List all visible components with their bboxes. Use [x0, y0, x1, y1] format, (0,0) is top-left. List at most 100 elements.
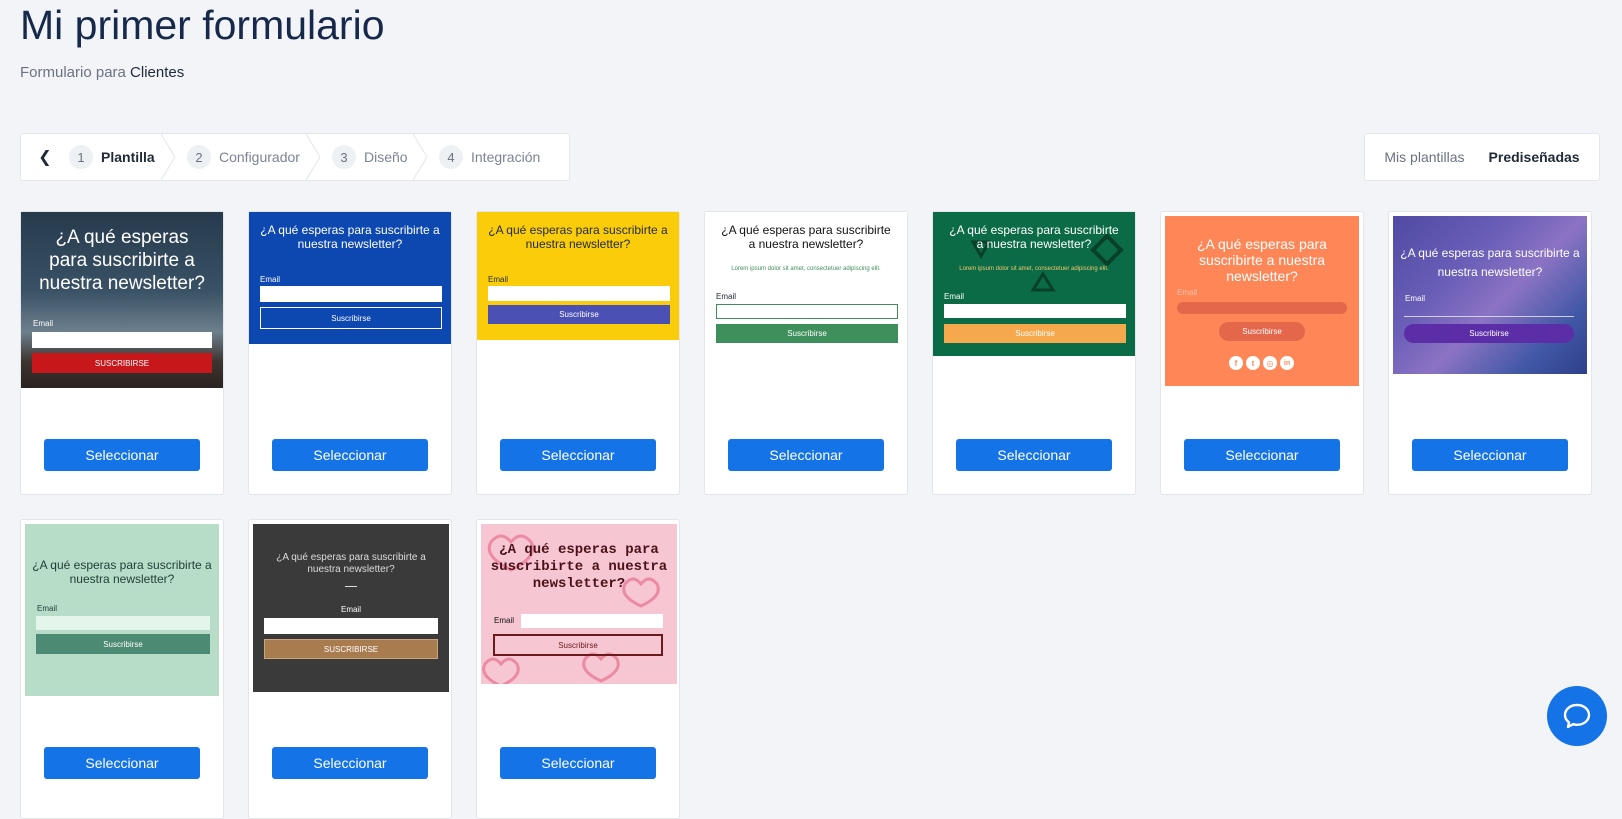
preview-email-field — [521, 614, 663, 628]
preview-heading: ¿A qué esperas para suscribirte a nuestr… — [1197, 236, 1327, 284]
step-number: 2 — [187, 145, 211, 169]
back-chevron-icon[interactable]: ❮ — [31, 134, 59, 180]
template-card[interactable]: ¿A qué esperas para suscribirte a nuestr… — [248, 211, 452, 495]
template-card[interactable]: ¿A qué esperas para suscribirte a nuestr… — [1388, 211, 1592, 495]
step-diseno[interactable]: 3 Diseño — [332, 134, 408, 180]
select-button[interactable]: Seleccionar — [272, 747, 428, 779]
preview-email-label: Email — [33, 319, 54, 328]
preview-heading: ¿A qué esperas para suscribirte a nuestr… — [949, 223, 1119, 251]
wizard-stepper: ❮ 1 Plantilla 2 Configurador 3 Diseño 4 … — [20, 133, 570, 181]
preview-heading: ¿A qué esperas para suscribirte a nuestr… — [721, 223, 891, 251]
step-number: 3 — [332, 145, 356, 169]
select-button[interactable]: Seleccionar — [44, 747, 200, 779]
step-label: Configurador — [219, 149, 300, 165]
form-subtitle: Formulario para Clientes — [20, 64, 184, 81]
template-preview: ¿A qué esperas para suscribirte a nuestr… — [25, 524, 219, 696]
preview-email-label: Email — [37, 604, 58, 613]
template-card[interactable]: ¿A qué esperas para suscribirte a nuestr… — [1160, 211, 1364, 495]
step-label: Diseño — [364, 149, 408, 165]
select-button[interactable]: Seleccionar — [272, 439, 428, 471]
preview-subscribe-button: Suscribirse — [488, 305, 670, 324]
preview-email-label: Email — [716, 292, 737, 301]
template-source-tabs: Mis plantillas Prediseñadas — [1364, 133, 1600, 181]
preview-subscribe-button: Suscribirse — [716, 324, 898, 343]
preview-email-field — [716, 304, 898, 319]
step-configurador[interactable]: 2 Configurador — [187, 134, 300, 180]
select-button[interactable]: Seleccionar — [500, 747, 656, 779]
preview-email-field — [488, 286, 670, 301]
step-separator — [161, 134, 175, 180]
step-label: Plantilla — [101, 149, 155, 165]
preview-email-field — [264, 618, 438, 634]
preview-subscribe-button: Suscribirse — [944, 324, 1126, 343]
preview-heading: ¿A qué esperas para suscribirte a nuestr… — [260, 223, 440, 251]
preview-email-label: Email — [340, 605, 361, 614]
template-card[interactable]: ¿A qué esperas para suscribirte a nuestr… — [20, 211, 224, 495]
template-card[interactable]: ¿A qué esperas para suscribirte a nuestr… — [476, 519, 680, 819]
preview-heading: ¿A qué esperas para suscribirte a nuestr… — [32, 558, 212, 586]
template-preview: ¿A qué esperas para suscribirte a nuestr… — [253, 524, 449, 692]
tab-predisenadas[interactable]: Prediseñadas — [1489, 149, 1580, 165]
template-preview: ¿A qué esperas para suscribirte a nuestr… — [705, 212, 907, 352]
preview-heading: ¿A qué esperas para suscribirte a nuestr… — [1400, 246, 1580, 279]
preview-body-text: Lorem ipsum dolor sit amet, consectetuer… — [959, 266, 1109, 272]
preview-email-field — [36, 616, 210, 630]
template-card[interactable]: ¿A qué esperas para suscribirte a nuestr… — [476, 211, 680, 495]
preview-subscribe-button: SUSCRIBIRSE — [32, 353, 212, 373]
template-card[interactable]: ¿A qué esperas para suscribirte a nuestr… — [248, 519, 452, 819]
preview-heading: ¿A qué esperas para suscribirte a nuestr… — [39, 227, 205, 294]
page-title: Mi primer formulario — [20, 2, 385, 48]
preview-email-label: Email — [488, 275, 509, 284]
preview-email-label: Email — [1177, 288, 1198, 297]
preview-heading: ¿A qué esperas para suscribirte a nuestr… — [490, 542, 668, 592]
template-card[interactable]: ¿A qué esperas para suscribirte a nuestr… — [932, 211, 1136, 495]
preview-subscribe-button: Suscribirse — [493, 634, 663, 656]
step-plantilla[interactable]: 1 Plantilla — [69, 134, 155, 180]
step-separator — [413, 134, 427, 180]
step-integracion[interactable]: 4 Integración — [439, 134, 540, 180]
template-preview: ¿A qué esperas para suscribirte a nuestr… — [933, 212, 1135, 356]
preview-body-text: Lorem ipsum dolor sit amet, consectetuer… — [731, 266, 881, 272]
template-card[interactable]: ¿A qué esperas para suscribirte a nuestr… — [20, 519, 224, 819]
preview-heading: ¿A qué esperas para suscribirte a nuestr… — [488, 223, 668, 251]
preview-email-label: Email — [260, 275, 281, 284]
preview-heading: ¿A qué esperas para suscribirte a nuestr… — [276, 552, 426, 575]
step-label: Integración — [471, 149, 541, 165]
chat-support-button[interactable] — [1547, 686, 1607, 746]
step-number: 4 — [439, 145, 463, 169]
preview-email-field — [1177, 302, 1347, 314]
preview-subscribe-button: SUSCRIBIRSE — [264, 639, 438, 659]
subtitle-prefix: Formulario para — [20, 64, 126, 81]
preview-subscribe-button: Suscribirse — [1404, 324, 1574, 343]
chat-bubble-icon — [1563, 703, 1591, 729]
tab-mis-plantillas[interactable]: Mis plantillas — [1384, 149, 1464, 165]
template-preview: ¿A qué esperas para suscribirte a nuestr… — [21, 212, 223, 388]
linkedin-icon: in — [1280, 356, 1294, 370]
subtitle-list-name: Clientes — [130, 64, 185, 81]
select-button[interactable]: Seleccionar — [956, 439, 1112, 471]
preview-email-field — [944, 304, 1126, 318]
step-separator — [306, 134, 320, 180]
preview-divider — [345, 586, 357, 587]
preview-email-label: Email — [494, 616, 515, 625]
facebook-icon: f — [1229, 356, 1243, 370]
template-card[interactable]: ¿A qué esperas para suscribirte a nuestr… — [704, 211, 908, 495]
preview-email-field — [1404, 316, 1574, 317]
preview-subscribe-button: Suscribirse — [260, 307, 442, 329]
step-number: 1 — [69, 145, 93, 169]
select-button[interactable]: Seleccionar — [500, 439, 656, 471]
preview-email-field — [32, 332, 212, 348]
instagram-icon: ◎ — [1263, 356, 1277, 370]
preview-email-label: Email — [1405, 294, 1426, 303]
template-preview: ¿A qué esperas para suscribirte a nuestr… — [477, 212, 679, 340]
preview-subscribe-button: Suscribirse — [36, 634, 210, 654]
select-button[interactable]: Seleccionar — [728, 439, 884, 471]
select-button[interactable]: Seleccionar — [1184, 439, 1340, 471]
preview-email-label: Email — [944, 292, 965, 301]
preview-social-icons: f t ◎ in — [1229, 356, 1294, 370]
select-button[interactable]: Seleccionar — [1412, 439, 1568, 471]
select-button[interactable]: Seleccionar — [44, 439, 200, 471]
template-preview: ¿A qué esperas para suscribirte a nuestr… — [249, 212, 451, 344]
template-preview: ¿A qué esperas para suscribirte a nuestr… — [481, 524, 677, 684]
template-preview: ¿A qué esperas para suscribirte a nuestr… — [1393, 216, 1587, 374]
